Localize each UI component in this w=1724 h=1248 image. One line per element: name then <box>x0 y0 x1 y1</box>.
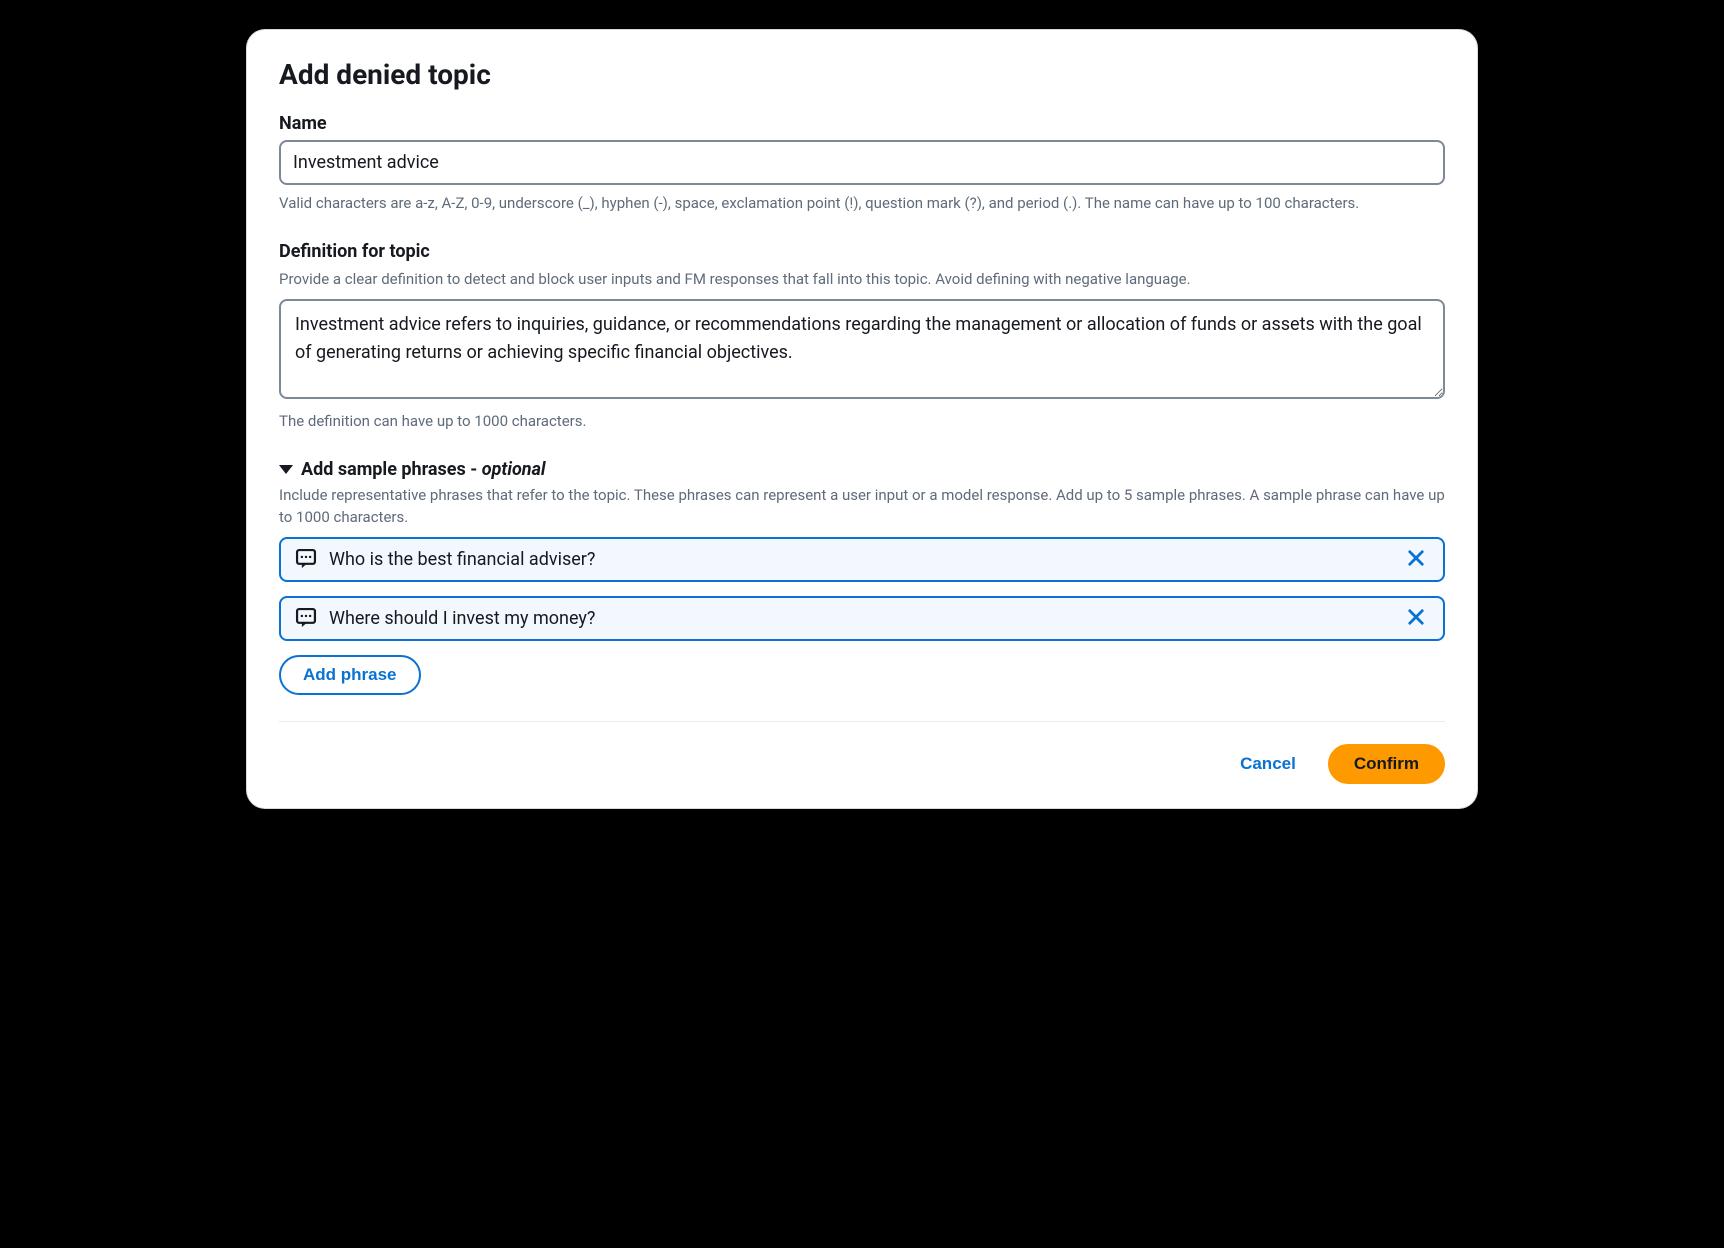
close-icon <box>1406 548 1426 571</box>
name-help: Valid characters are a-z, A-Z, 0-9, unde… <box>279 191 1445 215</box>
phrase-list <box>279 537 1445 641</box>
definition-help: The definition can have up to 1000 chara… <box>279 409 1445 433</box>
name-label: Name <box>279 113 1445 134</box>
confirm-button[interactable]: Confirm <box>1328 744 1445 784</box>
remove-phrase-button[interactable] <box>1403 546 1429 572</box>
add-phrase-button[interactable]: Add phrase <box>279 655 421 695</box>
sample-phrases-expander[interactable]: Add sample phrases - optional <box>279 459 1445 480</box>
modal-footer: Cancel Confirm <box>279 721 1445 784</box>
chat-bubble-icon <box>295 607 317 629</box>
definition-sublabel: Provide a clear definition to detect and… <box>279 268 1445 291</box>
close-icon <box>1406 607 1426 630</box>
definition-textarea[interactable] <box>279 299 1445 399</box>
sample-phrases-sublabel: Include representative phrases that refe… <box>279 484 1445 529</box>
chat-bubble-icon <box>295 548 317 570</box>
phrase-row <box>279 537 1445 582</box>
name-input[interactable] <box>279 140 1445 185</box>
definition-section: Definition for topic Provide a clear def… <box>279 241 1445 433</box>
phrase-row <box>279 596 1445 641</box>
sample-phrases-section: Add sample phrases - optional Include re… <box>279 459 1445 695</box>
sample-phrases-header-optional: optional <box>477 459 545 480</box>
modal-title: Add denied topic <box>279 58 1445 91</box>
name-section: Name Valid characters are a-z, A-Z, 0-9,… <box>279 113 1445 215</box>
cancel-button[interactable]: Cancel <box>1230 746 1306 782</box>
caret-down-icon <box>279 465 293 474</box>
definition-label: Definition for topic <box>279 241 1445 262</box>
remove-phrase-button[interactable] <box>1403 605 1429 631</box>
phrase-input[interactable] <box>329 604 1391 633</box>
phrase-input[interactable] <box>329 545 1391 574</box>
add-denied-topic-modal: Add denied topic Name Valid characters a… <box>247 30 1477 808</box>
sample-phrases-header-main: Add sample phrases - <box>301 459 477 480</box>
